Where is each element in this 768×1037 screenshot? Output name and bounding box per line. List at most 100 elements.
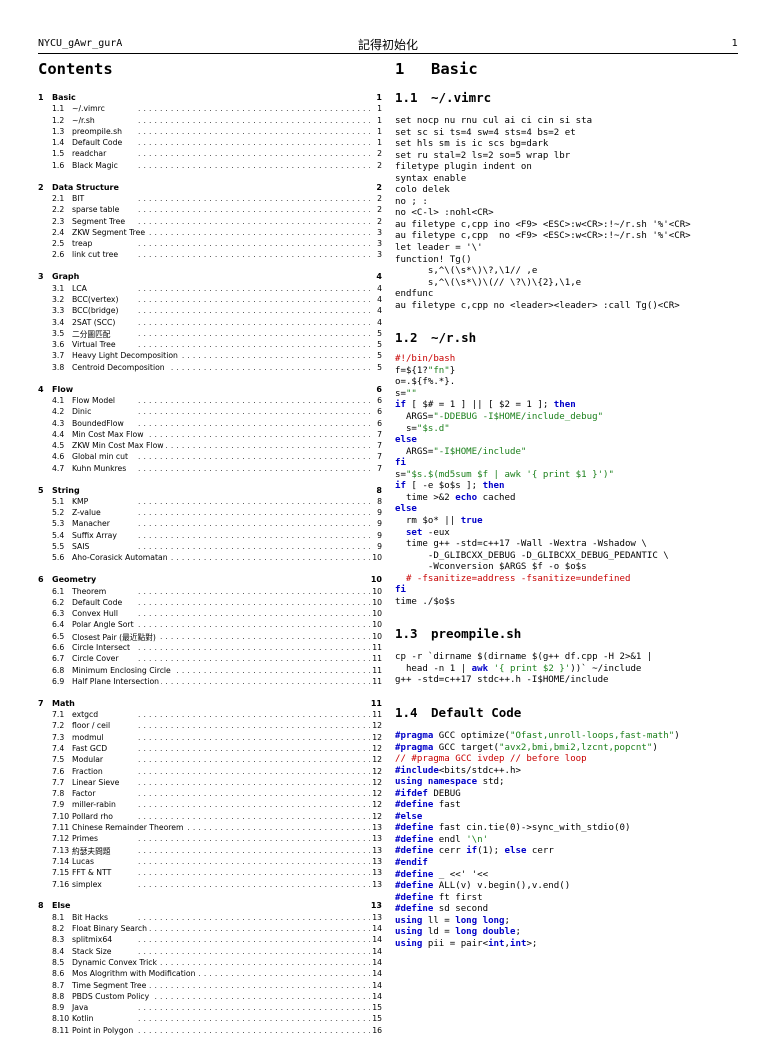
toc-subsection-entry[interactable]: 7.15 . . . . . . . . . . . . . . . . . . … <box>38 868 384 879</box>
toc-subsection-entry[interactable]: 7.14 . . . . . . . . . . . . . . . . . . … <box>38 856 384 868</box>
toc-subsection-entry[interactable]: 7.3 . . . . . . . . . . . . . . . . . . .… <box>38 732 384 744</box>
toc-subsection-entry[interactable]: 8.8 . . . . . . . . . . . . . . . . . . .… <box>38 991 384 1003</box>
toc-section-entry[interactable]: 6 Geometry 10 <box>38 575 384 586</box>
toc-subsection-entry[interactable]: 8.2 . . . . . . . . . . . . . . . . . . .… <box>38 924 384 935</box>
toc-subsection-number: 8.3 <box>52 935 65 945</box>
toc-subsection-entry[interactable]: 6.5 . . . . . . . . . . . . . . . . . . .… <box>38 631 384 643</box>
toc-subsection-entry[interactable]: 8.6. . . . . . . . . . . . . . . . . . .… <box>38 969 384 980</box>
toc-subsection-entry[interactable]: 4.7 . . . . . . . . . . . . . . . . . . .… <box>38 463 384 475</box>
toc-section-number: 6 <box>38 575 44 585</box>
toc-subsection-entry[interactable]: 6.7 . . . . . . . . . . . . . . . . . . .… <box>38 654 384 665</box>
toc-subsection-entry[interactable]: 2.4 . . . . . . . . . . . . . . . . . . .… <box>38 227 384 239</box>
toc-leader-dots: . . . . . . . . . . . . . . . . . . . . … <box>138 250 370 260</box>
toc-subsection-entry[interactable]: 7.13 . . . . . . . . . . . . . . . . . . … <box>38 845 384 857</box>
toc-subsection-entry[interactable]: 6.9 . . . . . . . . . . . . . . . . . . .… <box>38 676 384 688</box>
toc-subsection-entry[interactable]: 4.6 . . . . . . . . . . . . . . . . . . .… <box>38 452 384 463</box>
toc-subsection-entry[interactable]: 5.4 . . . . . . . . . . . . . . . . . . .… <box>38 530 384 542</box>
toc-subsection-entry[interactable]: 1.2 . . . . . . . . . . . . . . . . . . .… <box>38 115 384 127</box>
toc-subsection-entry[interactable]: 7.5 . . . . . . . . . . . . . . . . . . .… <box>38 755 384 766</box>
toc-section-entry[interactable]: 1 Basic 1 <box>38 93 384 104</box>
toc-subsection-entry[interactable]: 4.5 . . . . . . . . . . . . . . . . . . .… <box>38 441 384 452</box>
toc-subsection-entry[interactable]: 7.6 . . . . . . . . . . . . . . . . . . .… <box>38 766 384 778</box>
toc-subsection-entry[interactable]: 7.1 . . . . . . . . . . . . . . . . . . .… <box>38 710 384 721</box>
code-line: s="$s.d" <box>395 424 450 434</box>
toc-section-entry[interactable]: 8 Else 13 <box>38 901 384 912</box>
toc-section-entry[interactable]: 7 Math 11 <box>38 699 384 710</box>
code-line: f=${1?"fn"} <box>395 366 455 376</box>
toc-subsection-entry[interactable]: 8.3 . . . . . . . . . . . . . . . . . . .… <box>38 935 384 946</box>
toc-subsection-entry[interactable]: 2.2 . . . . . . . . . . . . . . . . . . .… <box>38 205 384 216</box>
toc-subsection-entry[interactable]: 6.6 . . . . . . . . . . . . . . . . . . .… <box>38 643 384 654</box>
toc-subsection-entry[interactable]: 3.6 . . . . . . . . . . . . . . . . . . .… <box>38 340 384 351</box>
toc-subsection-entry[interactable]: 3.3 . . . . . . . . . . . . . . . . . . .… <box>38 306 384 317</box>
code-token: // #pragma GCC ivdep // before loop <box>395 754 587 765</box>
toc-subsection-entry[interactable]: 6.2 . . . . . . . . . . . . . . . . . . .… <box>38 597 384 609</box>
toc-section-entry[interactable]: 3 Graph 4 <box>38 272 384 283</box>
toc-subsection-number: 5.1 <box>52 496 65 506</box>
toc-subsection-entry[interactable]: 4.2 . . . . . . . . . . . . . . . . . . .… <box>38 407 384 418</box>
toc-subsection-entry[interactable]: 3.7. . . . . . . . . . . . . . . . . . .… <box>38 351 384 362</box>
toc-section-entry[interactable]: 2 Data Structure 2 <box>38 183 384 194</box>
toc-subsection-entry[interactable]: 5.5 . . . . . . . . . . . . . . . . . . .… <box>38 542 384 553</box>
toc-subsection-entry[interactable]: 1.3 . . . . . . . . . . . . . . . . . . .… <box>38 126 384 138</box>
toc-subsection-entry[interactable]: 1.5 . . . . . . . . . . . . . . . . . . .… <box>38 149 384 160</box>
code-line: s="$s.$(md5sum $f | awk '{ print $1 }')" <box>395 470 614 480</box>
toc-subsection-title: splitmix64 <box>72 935 115 945</box>
toc-subsection-entry[interactable]: 7.16 . . . . . . . . . . . . . . . . . . … <box>38 879 384 891</box>
code-token: s,^\(\s*\)\?,\1// ,e <box>395 266 538 277</box>
toc-subsection-entry[interactable]: 4.3 . . . . . . . . . . . . . . . . . . .… <box>38 418 384 430</box>
toc-subsection-entry[interactable]: 7.2 . . . . . . . . . . . . . . . . . . .… <box>38 721 384 732</box>
toc-subsection-entry[interactable]: 7.9 . . . . . . . . . . . . . . . . . . .… <box>38 800 384 811</box>
toc-subsection-number: 5.4 <box>52 530 65 540</box>
code-token: -eux <box>422 527 450 538</box>
toc-subsection-entry[interactable]: 4.1 . . . . . . . . . . . . . . . . . . .… <box>38 395 384 407</box>
toc-subsection-entry[interactable]: 7.10 . . . . . . . . . . . . . . . . . . … <box>38 811 384 823</box>
toc-subsection-entry[interactable]: 3.4 . . . . . . . . . . . . . . . . . . .… <box>38 317 384 329</box>
toc-subsection-entry[interactable]: 5.3 . . . . . . . . . . . . . . . . . . .… <box>38 519 384 530</box>
toc-subsection-entry[interactable]: 7.4 . . . . . . . . . . . . . . . . . . .… <box>38 744 384 755</box>
toc-subsection-entry[interactable]: 8.10 . . . . . . . . . . . . . . . . . . … <box>38 1014 384 1025</box>
toc-subsection-entry[interactable]: 1.1 . . . . . . . . . . . . . . . . . . .… <box>38 104 384 115</box>
toc-subsection-entry[interactable]: 3.1 . . . . . . . . . . . . . . . . . . .… <box>38 283 384 295</box>
toc-section-entry[interactable]: 5 String 8 <box>38 486 384 497</box>
header-page-number: 1 <box>731 38 738 49</box>
toc-subsection-entry[interactable]: 2.6 . . . . . . . . . . . . . . . . . . .… <box>38 250 384 261</box>
toc-subsection-entry[interactable]: 8.1 . . . . . . . . . . . . . . . . . . .… <box>38 912 384 924</box>
toc-subsection-entry[interactable]: 8.11 . . . . . . . . . . . . . . . . . . … <box>38 1025 384 1037</box>
toc-subsection-entry[interactable]: 3.8 . . . . . . . . . . . . . . . . . . .… <box>38 362 384 374</box>
toc-subsection-entry[interactable]: 6.3 . . . . . . . . . . . . . . . . . . .… <box>38 609 384 620</box>
toc-subsection-entry[interactable]: 6.8 . . . . . . . . . . . . . . . . . . .… <box>38 665 384 677</box>
toc-subsection-entry[interactable]: 8.5 . . . . . . . . . . . . . . . . . . .… <box>38 957 384 969</box>
toc-subsection-number: 7.3 <box>52 732 65 742</box>
code-token: #define <box>395 881 434 892</box>
toc-subsection-entry[interactable]: 5.2 . . . . . . . . . . . . . . . . . . .… <box>38 508 384 519</box>
toc-subsection-entry[interactable]: 3.2 . . . . . . . . . . . . . . . . . . .… <box>38 294 384 306</box>
toc-subsection-page: 12 <box>372 800 382 810</box>
toc-subsection-title: treap <box>72 239 95 249</box>
toc-section-entry[interactable]: 4 Flow 6 <box>38 385 384 396</box>
toc-subsection-entry[interactable]: 6.4 . . . . . . . . . . . . . . . . . . .… <box>38 620 384 631</box>
toc-subsection-entry[interactable]: 1.4 . . . . . . . . . . . . . . . . . . .… <box>38 138 384 149</box>
toc-subsection-title: Suffix Array <box>72 530 119 540</box>
code-block: cp -r `dirname $(dirname $(g++ df.cpp -H… <box>395 652 740 687</box>
toc-subsection-entry[interactable]: 7.11. . . . . . . . . . . . . . . . . . … <box>38 823 384 834</box>
toc-subsection-entry[interactable]: 3.5 . . . . . . . . . . . . . . . . . . .… <box>38 328 384 340</box>
toc-subsection-entry[interactable]: 7.8 . . . . . . . . . . . . . . . . . . .… <box>38 789 384 800</box>
toc-subsection-entry[interactable]: 4.4 . . . . . . . . . . . . . . . . . . .… <box>38 429 384 441</box>
toc-subsection-entry[interactable]: 2.5 . . . . . . . . . . . . . . . . . . .… <box>38 239 384 250</box>
toc-subsection-entry[interactable]: 6.1 . . . . . . . . . . . . . . . . . . .… <box>38 586 384 598</box>
toc-subsection-entry[interactable]: 8.4 . . . . . . . . . . . . . . . . . . .… <box>38 946 384 958</box>
toc-subsection-entry[interactable]: 2.3 . . . . . . . . . . . . . . . . . . .… <box>38 216 384 228</box>
code-line: ARGS="-DDEBUG -I$HOME/include_debug" <box>395 412 603 422</box>
toc-subsection-number: 7.4 <box>52 744 65 753</box>
toc-subsection-entry[interactable]: 1.6 . . . . . . . . . . . . . . . . . . .… <box>38 160 384 172</box>
toc-subsection-page: 13 <box>372 912 382 922</box>
toc-subsection-entry[interactable]: 5.1 . . . . . . . . . . . . . . . . . . .… <box>38 496 384 508</box>
toc-subsection-entry[interactable]: 7.12 . . . . . . . . . . . . . . . . . . … <box>38 834 384 845</box>
toc-subsection-entry[interactable]: 5.6 . . . . . . . . . . . . . . . . . . .… <box>38 553 384 564</box>
toc-subsection-entry[interactable]: 8.9 . . . . . . . . . . . . . . . . . . .… <box>38 1003 384 1014</box>
toc-subsection-entry[interactable]: 2.1 . . . . . . . . . . . . . . . . . . .… <box>38 193 384 205</box>
toc-subsection-entry[interactable]: 8.7 . . . . . . . . . . . . . . . . . . .… <box>38 980 384 992</box>
toc-subsection-entry[interactable]: 7.7 . . . . . . . . . . . . . . . . . . .… <box>38 777 384 789</box>
toc-gap <box>38 891 384 902</box>
